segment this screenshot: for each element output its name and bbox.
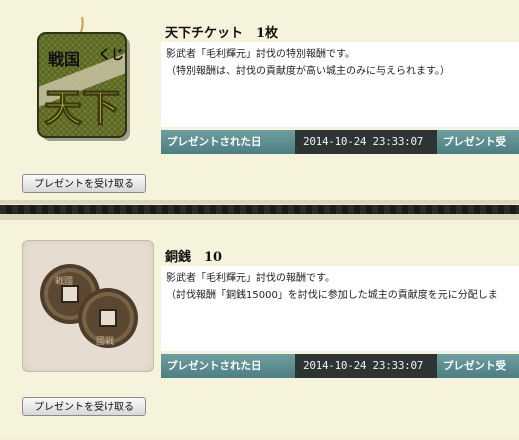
coin-text: 國戦: [96, 335, 114, 347]
present-date-label: プレゼントされた日: [161, 354, 295, 378]
present-receive-label: プレゼント受: [437, 354, 519, 378]
description-line: 影武者「毛利輝元」討伐の報酬です。: [166, 273, 335, 284]
present-card: 戦國 國戦 銅銭 10 影武者「毛利輝元」討伐の報酬です。 （討伐報酬「銅銭15…: [0, 219, 519, 437]
present-date-bar: プレゼントされた日 2014-10-24 23:33:07 プレゼント受: [161, 354, 519, 378]
present-description: 影武者「毛利輝元」討伐の報酬です。 （討伐報酬「銅銭15000」を討伐に参加した…: [161, 266, 519, 351]
present-date-value: 2014-10-24 23:33:07: [295, 130, 437, 154]
description-line: （特別報酬は、討伐の貢献度が高い城主のみに与えられます。）: [166, 66, 450, 77]
tenka-ticket-icon: 戦国 くじ 天下: [37, 16, 130, 141]
separator-top: [0, 200, 519, 204]
present-receive-label: プレゼント受: [437, 130, 519, 154]
present-thumbnail: 戦國 國戦: [22, 240, 154, 372]
present-title: 銅銭 10: [165, 250, 223, 265]
present-description: 影武者「毛利輝元」討伐の特別報酬です。 （特別報酬は、討伐の貢献度が高い城主のみ…: [161, 42, 519, 127]
separator-band: [0, 205, 519, 214]
ticket-text-main: 天下: [44, 85, 120, 130]
present-card: 戦国 くじ 天下 天下チケット 1枚 影武者「毛利輝元」討伐の特別報酬です。 （…: [0, 0, 519, 200]
present-title: 天下チケット 1枚: [165, 26, 279, 41]
description-line: 影武者「毛利輝元」討伐の特別報酬です。: [166, 49, 355, 60]
present-date-value: 2014-10-24 23:33:07: [295, 354, 437, 378]
coin-text: 戦國: [55, 275, 73, 287]
receive-present-button[interactable]: プレゼントを受け取る: [22, 174, 146, 193]
ticket-text-top: 戦国: [48, 50, 80, 69]
present-date-bar: プレゼントされた日 2014-10-24 23:33:07 プレゼント受: [161, 130, 519, 154]
present-thumbnail: 戦国 くじ 天下: [22, 15, 154, 147]
receive-present-button[interactable]: プレゼントを受け取る: [22, 397, 146, 416]
description-line: （討伐報酬「銅銭15000」を討伐に参加した城主の貢献度を元に分配しま: [166, 290, 498, 301]
ticket-text-kuji: くじ: [98, 48, 124, 63]
present-date-label: プレゼントされた日: [161, 130, 295, 154]
copper-coins-icon: 戦國 國戦: [40, 264, 138, 348]
